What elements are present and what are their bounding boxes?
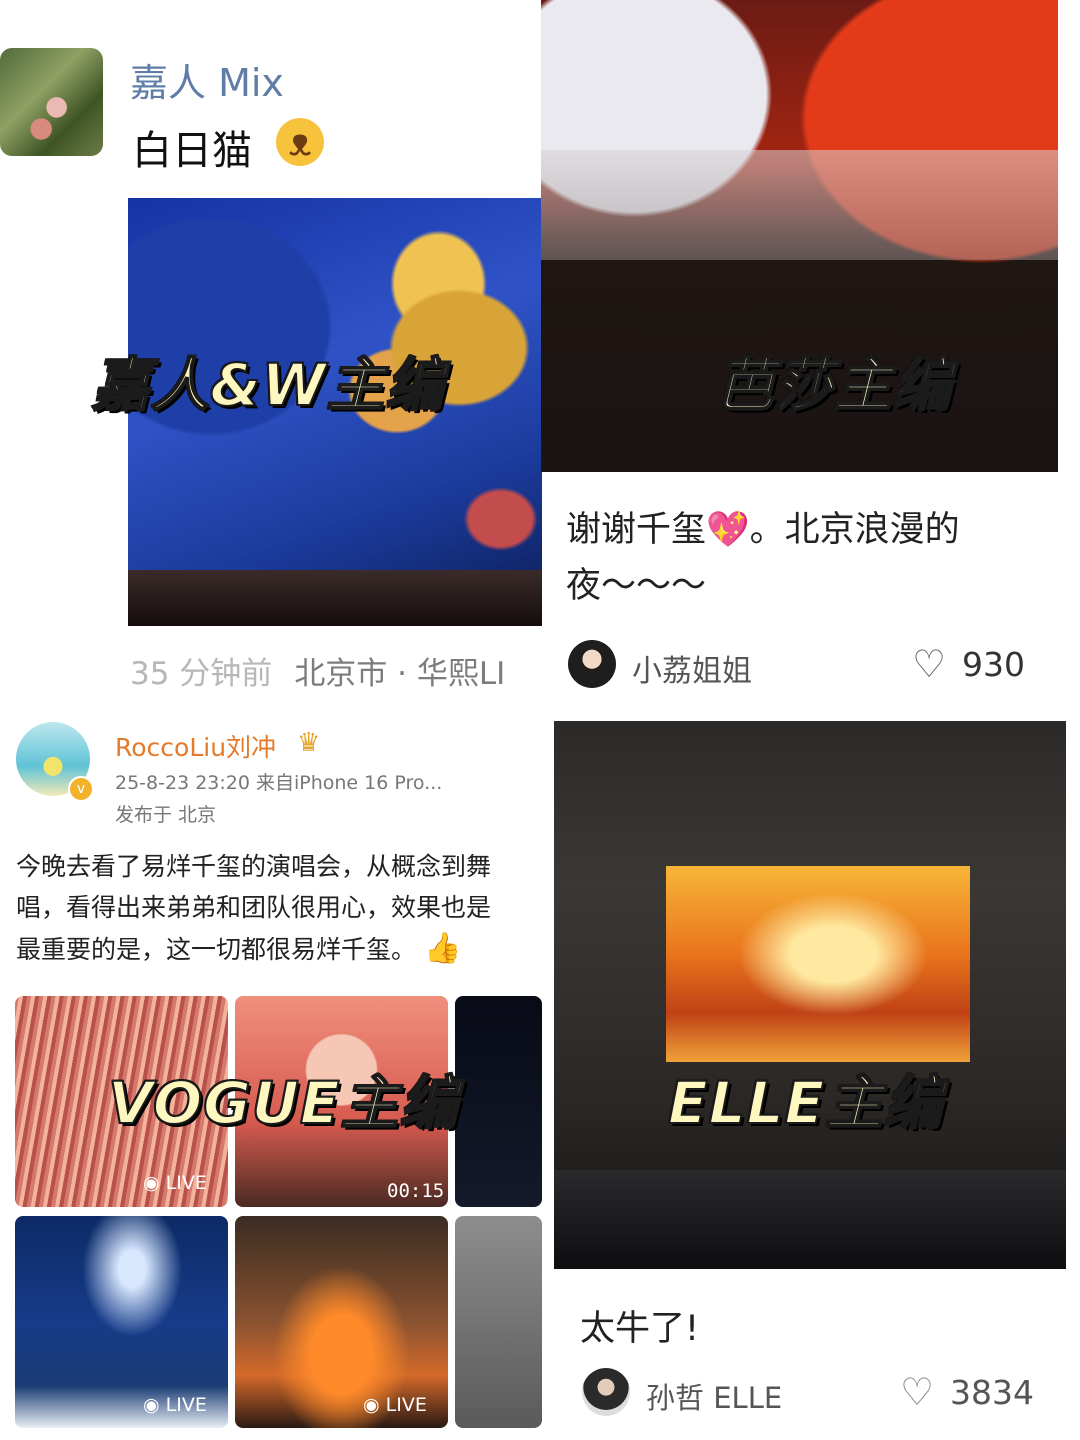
crowd-area — [554, 1170, 1066, 1269]
verified-badge-icon: v — [68, 776, 94, 802]
avatar[interactable] — [568, 640, 616, 688]
live-label: LIVE — [385, 1394, 427, 1416]
post-text: 白日猫 — [132, 128, 252, 174]
live-icon: ◉ — [143, 1394, 160, 1416]
post-location[interactable]: 北京市 · 华熙LI — [294, 656, 505, 692]
caption-line: 夜～～～ — [566, 566, 707, 606]
media-thumbnail[interactable] — [455, 996, 542, 1207]
post-time: 35 分钟前 — [130, 656, 273, 692]
live-label: LIVE — [165, 1394, 207, 1416]
post-meta: 35 分钟前 北京市 · 华熙LI — [130, 648, 542, 693]
avatar[interactable] — [582, 1368, 630, 1416]
piano-shape — [541, 150, 1058, 260]
overlay-caption: ELLE主编 — [667, 1068, 944, 1138]
text-line: 今晚去看了易烊千玺的演唱会，从概念到舞 — [16, 852, 492, 881]
live-icon: ◉ — [143, 1172, 160, 1194]
text-line: 唱，看得出来弟弟和团队很用心，效果也是 — [16, 893, 492, 922]
author-name[interactable]: 小荔姐姐 — [632, 646, 752, 690]
post-caption: 太牛了! — [580, 1309, 700, 1349]
overlay-caption: 嘉人&W主编 — [91, 350, 445, 420]
heart-outline-icon[interactable]: ♡ — [912, 644, 946, 684]
author-name[interactable]: 孙哲 ELLE — [646, 1375, 782, 1417]
live-badge: ◉ LIVE — [363, 1394, 427, 1416]
post-text: 今晚去看了易烊千玺的演唱会，从概念到舞 唱，看得出来弟弟和团队很用心，效果也是 … — [16, 846, 542, 971]
text-line-content: 最重要的是，这一切都很易烊千玺。 — [16, 935, 417, 964]
live-badge: ◉ LIVE — [143, 1172, 207, 1194]
like-count: 3834 — [950, 1373, 1034, 1412]
account-name[interactable]: RoccoLiu刘冲 — [115, 728, 276, 764]
crown-icon: ♛ — [297, 728, 321, 758]
media-thumbnail[interactable] — [455, 1216, 542, 1428]
like-count: 930 — [962, 645, 1025, 684]
stage-screen — [666, 866, 970, 1062]
text-line: 最重要的是，这一切都很易烊千玺。 👍 — [16, 928, 542, 970]
live-badge: ◉ LIVE — [143, 1394, 207, 1416]
live-label: LIVE — [165, 1172, 207, 1194]
video-duration: 00:15 — [387, 1180, 445, 1202]
media-thumbnail[interactable]: ◉ LIVE — [15, 1216, 228, 1428]
cat-emoji-icon: ᴥ — [276, 118, 324, 166]
overlay-caption: 芭莎主编 — [715, 350, 953, 420]
heart-outline-icon[interactable]: ♡ — [900, 1372, 934, 1412]
media-thumbnail[interactable]: ◉ LIVE — [235, 1216, 448, 1428]
post-caption: 谢谢千玺💖。北京浪漫的 夜～～～ — [566, 502, 1036, 614]
account-name[interactable]: 嘉人 Mix — [130, 52, 284, 107]
avatar[interactable] — [0, 48, 103, 156]
overlay-caption: VOGUE主编 — [107, 1068, 459, 1138]
live-icon: ◉ — [363, 1394, 380, 1416]
stage-area — [128, 570, 542, 626]
thumbs-up-icon: 👍 — [424, 931, 462, 966]
post-location: 发布于 北京 — [115, 804, 217, 826]
post-time: 25-8-23 23:20 来自iPhone 16 Pro... — [115, 772, 443, 794]
caption-line: 谢谢千玺💖。北京浪漫的 — [566, 510, 960, 550]
